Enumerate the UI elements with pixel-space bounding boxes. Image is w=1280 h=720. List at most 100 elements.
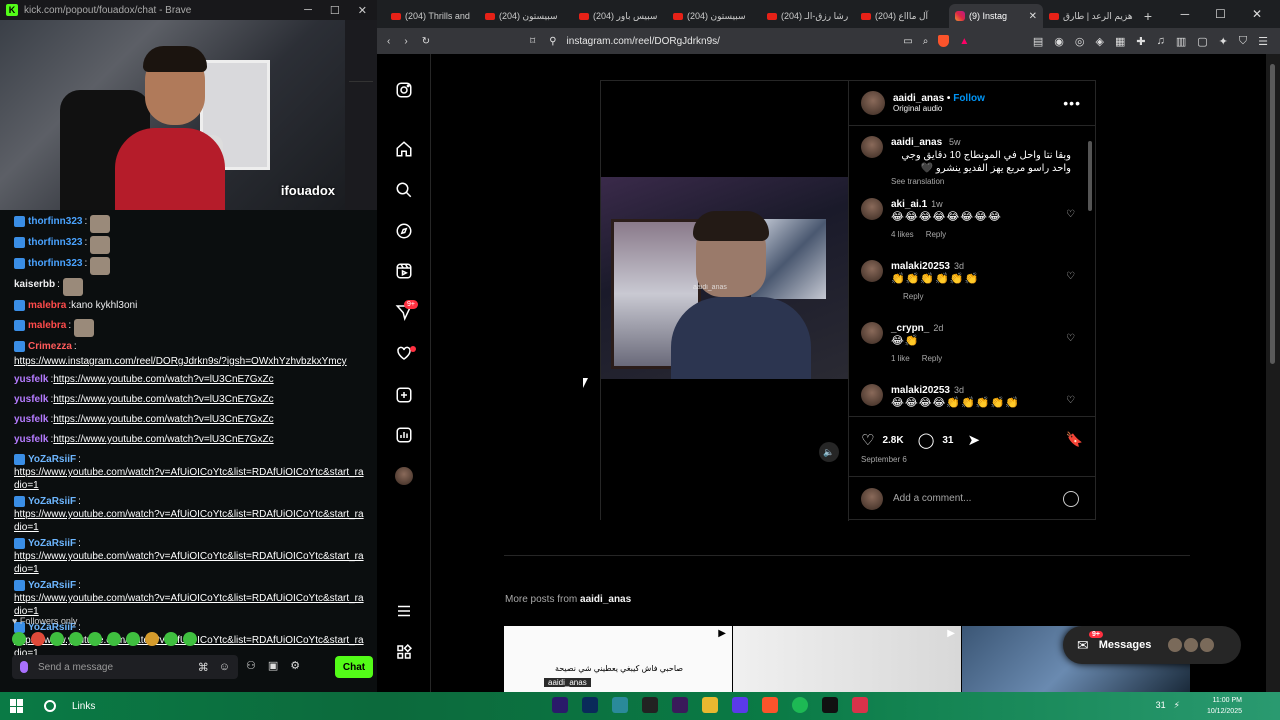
comment-icon[interactable]: ◯ (918, 431, 935, 449)
app-icon[interactable] (642, 697, 658, 713)
comments-scrollbar[interactable] (1087, 129, 1093, 413)
more-posts-user[interactable]: aaidi_anas (580, 594, 631, 605)
author-name[interactable]: aaidi_anas (893, 93, 944, 104)
chat-username[interactable]: yusfelk (14, 433, 48, 446)
commenter-avatar[interactable] (861, 322, 883, 344)
discord-icon[interactable] (732, 697, 748, 713)
mic-icon[interactable] (20, 661, 28, 673)
address-bar[interactable]: ⚲ instagram.com/reel/DORgJdrkn9s/ ▭ ⌕ ▲ (549, 31, 970, 51)
gift-icon[interactable]: ▣ (268, 659, 278, 672)
reload-icon[interactable]: ↻ (422, 36, 430, 47)
create-icon[interactable] (394, 385, 414, 405)
leo-icon[interactable]: ✦ (1219, 35, 1228, 48)
browser-tab[interactable]: (204) سبيس باور (573, 4, 667, 28)
chat-username[interactable]: YoZaRsiiF (28, 495, 76, 508)
emote-button[interactable] (69, 632, 83, 646)
new-tab-button[interactable]: + (1137, 4, 1159, 28)
profile-avatar[interactable] (394, 466, 414, 486)
puzzle-icon[interactable]: ✚ (1136, 35, 1145, 48)
comment-like-icon[interactable]: ♡ (1066, 271, 1075, 282)
menu-icon[interactable]: ☰ (1258, 35, 1268, 48)
sidebar-icon[interactable]: ▥ (1176, 35, 1186, 48)
users-icon[interactable]: ⚇ (246, 659, 256, 672)
dashboard-icon[interactable] (394, 425, 414, 445)
also-from-meta-icon[interactable] (394, 642, 414, 662)
back-icon[interactable]: ‹ (387, 36, 390, 47)
chat-username[interactable]: thorfinn323 (28, 236, 82, 249)
chat-username[interactable]: malebra (28, 299, 66, 312)
chat-username[interactable]: YoZaRsiiF (28, 453, 76, 466)
forward-icon[interactable]: › (404, 36, 407, 47)
chat-link[interactable]: https://www.youtube.com/watch?v=lU3CnE7G… (53, 393, 273, 406)
chat-link[interactable]: https://www.youtube.com/watch?v=AfUiOICo… (14, 550, 367, 576)
emote-button[interactable] (88, 632, 102, 646)
comment-user[interactable]: aki_ai.1 (891, 199, 927, 210)
commenter-avatar[interactable] (861, 198, 883, 220)
commenter-avatar[interactable] (861, 384, 883, 406)
app-icon[interactable] (612, 697, 628, 713)
more-options-icon[interactable]: ••• (1063, 95, 1081, 111)
like-icon[interactable]: ♡ (861, 431, 874, 449)
chat-input[interactable]: Send a message ⌘ ☺ (12, 655, 238, 679)
reel-video[interactable]: aaidi_anas 🔈 (601, 81, 849, 521)
comment-user[interactable]: malaki20253 (891, 261, 950, 272)
reply-button[interactable]: Reply (926, 228, 946, 241)
media-icon[interactable]: ♫ (1157, 35, 1165, 48)
extension-icon[interactable]: ▦ (1115, 35, 1125, 48)
chat-username[interactable]: malebra (28, 319, 66, 332)
follow-button[interactable]: Follow (953, 93, 985, 104)
close-tab-icon[interactable]: ✕ (1029, 11, 1037, 22)
after-effects-icon[interactable] (672, 697, 688, 713)
browser-tab[interactable]: (9) Instag ✕ (949, 4, 1043, 28)
author-avatar[interactable] (861, 91, 885, 115)
add-comment-bar[interactable]: Add a comment... (849, 476, 1095, 520)
cast-icon[interactable]: ▭ (903, 36, 912, 47)
chat-link[interactable]: https://www.instagram.com/reel/DORgJdrkn… (14, 355, 347, 368)
emote-button[interactable] (12, 632, 26, 646)
windows-start-icon[interactable] (10, 699, 24, 713)
spotify-icon[interactable] (792, 697, 808, 713)
reply-button[interactable]: Reply (903, 290, 923, 303)
chat-username[interactable]: thorfinn323 (28, 257, 82, 270)
emote-button[interactable] (107, 632, 121, 646)
settings-icon[interactable]: ⚙ (290, 659, 300, 672)
home-icon[interactable] (394, 139, 414, 159)
chat-link[interactable]: https://www.youtube.com/watch?v=AfUiOICo… (14, 466, 367, 492)
page-scrollbar[interactable] (1266, 54, 1280, 692)
chat-username[interactable]: kaiserbb (14, 278, 55, 291)
chat-username[interactable]: YoZaRsiiF (28, 579, 76, 592)
add-comment-input[interactable]: Add a comment... (893, 493, 971, 504)
see-translation-link[interactable]: See translation (891, 175, 1071, 188)
save-bookmark-icon[interactable]: 🔖 (1066, 431, 1083, 448)
comment-user[interactable]: _crypn_ (891, 323, 929, 334)
chat-username[interactable]: thorfinn323 (28, 215, 82, 228)
chat-username[interactable]: YoZaRsiiF (28, 537, 76, 550)
chat-link[interactable]: https://www.youtube.com/watch?v=lU3CnE7G… (53, 373, 273, 386)
like-count[interactable]: 2.8K (882, 435, 903, 446)
comment-likes[interactable]: 4 likes (891, 228, 914, 241)
chat-username[interactable]: yusfelk (14, 373, 48, 386)
site-info-icon[interactable]: ⚲ (549, 36, 556, 47)
share-icon[interactable]: ➤ (968, 431, 981, 449)
minimize-button[interactable]: ─ (1181, 7, 1190, 21)
comment-like-icon[interactable]: ♡ (1066, 209, 1075, 220)
extension-icon[interactable]: ◉ (1054, 35, 1064, 48)
comment-likes[interactable]: 1 like (891, 352, 910, 365)
emote-button[interactable] (50, 632, 64, 646)
post-thumbnail[interactable]: ▶ (733, 626, 961, 692)
bookmark-page-icon[interactable]: ⌑ (530, 36, 535, 47)
brave-rewards-icon[interactable]: ▲ (959, 36, 969, 47)
emoji-icon[interactable] (1063, 490, 1079, 507)
more-menu-icon[interactable] (394, 601, 414, 621)
chat-link[interactable]: https://www.youtube.com/watch?v=AfUiOICo… (14, 592, 367, 618)
network-icon[interactable]: ⚡ (1174, 700, 1180, 711)
minimize-button[interactable]: ─ (304, 4, 312, 17)
emote-button[interactable] (145, 632, 159, 646)
extension-icon[interactable]: ◈ (1096, 35, 1104, 48)
extension-icon[interactable]: ▤ (1033, 35, 1043, 48)
premiere-icon[interactable] (552, 697, 568, 713)
brave-icon[interactable] (762, 697, 778, 713)
brave-shields-icon[interactable] (938, 35, 950, 47)
chat-username[interactable]: yusfelk (14, 393, 48, 406)
commenter-avatar[interactable] (861, 260, 883, 282)
